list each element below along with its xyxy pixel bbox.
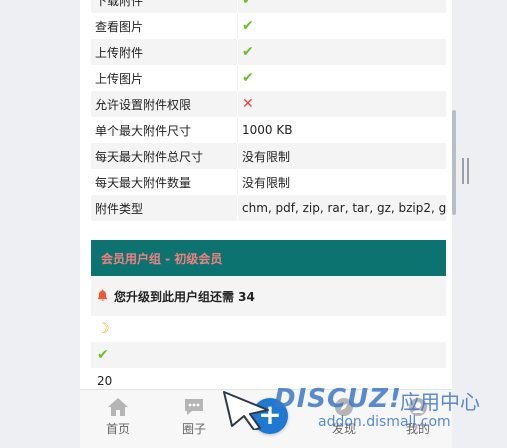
content-area: 下载附件 ✔ 查看图片 ✔ 上传附件 ✔ 上传图片 ✔ 允许设置附件权限 ✕ 单… <box>91 0 446 394</box>
check-icon: ✔ <box>242 0 254 8</box>
perm-row-attachment-types: 附件类型 chm, pdf, zip, rar, tar, gz, bzip2,… <box>91 195 446 221</box>
tab-discover[interactable]: 发现 <box>314 396 374 437</box>
perm-row-upload-image: 上传图片 ✔ <box>91 65 446 91</box>
bell-icon <box>97 289 108 304</box>
group-value: 20 <box>97 374 113 388</box>
perm-label: 下载附件 <box>95 0 144 8</box>
upgrade-row: 您升级到此用户组还需 34 <box>91 276 446 316</box>
check-icon: ✔ <box>242 44 254 60</box>
perm-row-daily-total-size: 每天最大附件总尺寸 没有限制 <box>91 143 446 169</box>
perm-row-download-attachment: 下载附件 ✔ <box>91 0 446 13</box>
perm-value: 没有限制 <box>237 169 446 195</box>
perm-label: 每天最大附件总尺寸 <box>95 149 204 164</box>
check-icon: ✔ <box>97 347 109 363</box>
bottom-tab-bar: 首页 圈子 + 发现 我的 <box>80 389 452 448</box>
perm-row-view-image: 查看图片 ✔ <box>91 13 446 39</box>
chat-bubble-icon <box>182 396 206 418</box>
perm-row-max-attachment-size: 单个最大附件尺寸 1000 KB <box>91 117 446 143</box>
scrollbar[interactable] <box>452 110 456 215</box>
tab-forum[interactable]: 圈子 <box>164 396 224 437</box>
perm-label: 单个最大附件尺寸 <box>95 123 192 138</box>
perm-label: 附件类型 <box>95 201 144 216</box>
tab-mine[interactable]: 我的 <box>388 396 448 437</box>
perm-value: 没有限制 <box>237 143 446 169</box>
perm-label: 允许设置附件权限 <box>95 97 192 112</box>
add-post-button[interactable]: + <box>252 398 288 434</box>
cross-icon: ✕ <box>242 96 254 112</box>
group-header: 会员用户组 - 初级会员 <box>91 240 446 276</box>
tab-home-label: 首页 <box>105 422 130 436</box>
perm-value: chm, pdf, zip, rar, tar, gz, bzip2, gif,… <box>237 195 446 221</box>
check-icon: ✔ <box>242 70 254 86</box>
check-icon: ✔ <box>242 18 254 34</box>
perm-label: 每天最大附件数量 <box>95 175 192 190</box>
tab-discover-label: 发现 <box>331 422 356 436</box>
perm-row-attachment-permission: 允许设置附件权限 ✕ <box>91 91 446 117</box>
tab-home[interactable]: 首页 <box>88 396 148 437</box>
tab-mine-label: 我的 <box>405 422 430 436</box>
group-row-permission: ✔ <box>91 342 446 368</box>
perm-label: 上传图片 <box>95 71 144 86</box>
group-row-icon: ☽ <box>91 316 446 342</box>
compass-icon <box>332 396 356 418</box>
perm-label: 查看图片 <box>95 19 144 34</box>
upgrade-text: 您升级到此用户组还需 34 <box>114 289 255 304</box>
perm-row-upload-attachment: 上传附件 ✔ <box>91 39 446 65</box>
moon-icon: ☽ <box>97 321 110 337</box>
tab-forum-label: 圈子 <box>181 422 206 436</box>
resize-handle[interactable] <box>462 158 470 184</box>
user-icon <box>406 396 430 418</box>
perm-row-daily-count: 每天最大附件数量 没有限制 <box>91 169 446 195</box>
perm-value: 1000 KB <box>237 117 446 143</box>
permission-page: 下载附件 ✔ 查看图片 ✔ 上传附件 ✔ 上传图片 ✔ 允许设置附件权限 ✕ 单… <box>80 0 452 447</box>
home-icon <box>106 396 130 418</box>
perm-label: 上传附件 <box>95 45 144 60</box>
